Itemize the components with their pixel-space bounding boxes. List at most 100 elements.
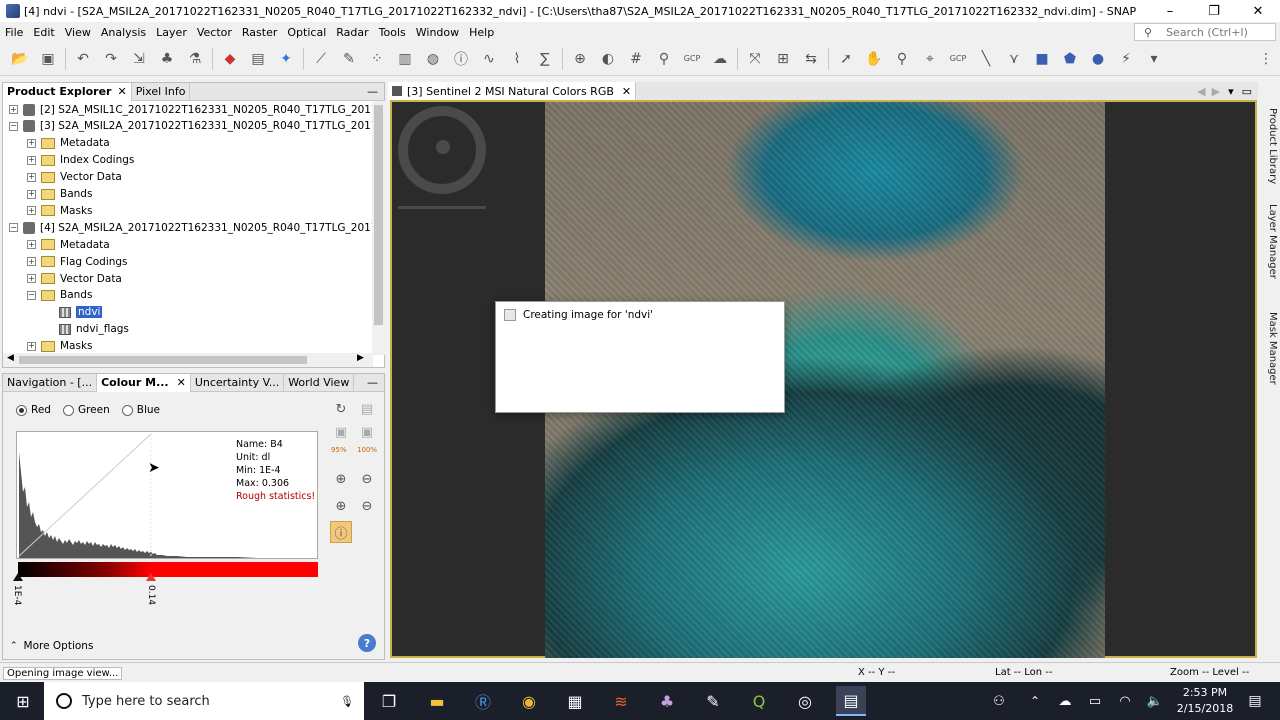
expand-icon[interactable]: + — [27, 257, 36, 267]
tab-product-explorer[interactable]: Product Explorer ✕ — [3, 82, 132, 101]
paint-icon[interactable]: ♣ — [652, 686, 682, 716]
expand-icon[interactable]: + — [27, 189, 36, 199]
polygon-tool-icon[interactable]: ⬟ — [1059, 48, 1081, 70]
spectrum-icon[interactable]: ⌇ — [506, 48, 528, 70]
subset-icon[interactable]: ✦ — [275, 48, 297, 70]
scroll-tabs-left-icon[interactable]: ◀ — [1197, 85, 1205, 98]
sum-icon[interactable]: ∑ — [534, 48, 556, 70]
band-maths-icon[interactable]: ◆ — [219, 48, 241, 70]
zoom-100-button[interactable]: 100% — [357, 446, 377, 454]
tab-uncertainty[interactable]: Uncertainty V... — [191, 373, 285, 392]
product-library-tab[interactable]: Product Library — [1262, 108, 1278, 184]
scroll-left-icon[interactable]: ◀ — [7, 353, 14, 363]
tree-item[interactable]: + Metadata — [3, 236, 110, 253]
tree-item[interactable]: + [2] S2A_MSIL1C_20171022T162331_N0205_R0… — [3, 101, 373, 118]
expand-icon[interactable]: + — [27, 155, 36, 165]
histogram-plot[interactable]: Name: B4 Unit: dl Min: 1E-4 Max: 0.306 R… — [16, 431, 318, 559]
zoom-in-vertical-icon[interactable]: ⊕ — [330, 468, 352, 490]
tree-item[interactable]: + Flag Codings — [3, 253, 128, 270]
chrome-icon[interactable]: ◉ — [514, 686, 544, 716]
task-view-icon[interactable]: ❐ — [374, 686, 404, 716]
menu-help[interactable]: Help — [464, 26, 499, 39]
rectangle-tool-icon[interactable]: ■ — [1031, 48, 1053, 70]
resample-icon[interactable]: ▤ — [247, 48, 269, 70]
expand-icon[interactable]: + — [27, 172, 36, 182]
collapse-icon[interactable]: − — [9, 121, 18, 131]
tree-item[interactable]: + Metadata — [3, 135, 110, 152]
export-palette-icon[interactable]: ▣ — [356, 421, 378, 443]
tab-sentinel-rgb[interactable]: [3] Sentinel 2 MSI Natural Colors RGB ✕ — [388, 82, 637, 100]
tree-item[interactable]: + Index Codings — [3, 152, 134, 169]
onedrive-icon[interactable]: ☁ — [1050, 686, 1080, 716]
radio-blue[interactable] — [121, 404, 133, 416]
zoom-in-horizontal-icon[interactable]: ⊕ — [330, 495, 352, 517]
max-slider-handle[interactable] — [146, 573, 156, 581]
mask-icon[interactable]: ◐ — [597, 48, 619, 70]
close-tab-icon[interactable]: ✕ — [622, 85, 631, 98]
pin-tool-icon[interactable]: ⌖ — [919, 48, 941, 70]
information-icon[interactable]: ⓘ — [450, 48, 472, 70]
import-icon[interactable]: ⇲ — [128, 48, 150, 70]
save-palette-icon[interactable]: ▣ — [330, 421, 352, 443]
menu-file[interactable]: File — [0, 26, 28, 39]
help-icon[interactable]: ? — [358, 634, 376, 652]
zoom-slider[interactable] — [398, 206, 486, 209]
menu-optical[interactable]: Optical — [282, 26, 331, 39]
pan-center-icon[interactable] — [436, 140, 450, 154]
taskbar-clock[interactable]: 2:53 PM 2/15/2018 — [1172, 685, 1238, 717]
tab-world-view[interactable]: World View — [284, 373, 355, 392]
menu-radar[interactable]: Radar — [331, 26, 373, 39]
maximize-panel-icon[interactable]: ▭ — [1242, 85, 1252, 98]
pin-icon[interactable]: ⚲ — [653, 48, 675, 70]
tree-item[interactable]: − [4] S2A_MSIL2A_20171022T162331_N0205_R0… — [3, 219, 373, 236]
calculator-icon[interactable]: ▦ — [560, 686, 590, 716]
graph-icon[interactable]: ⚗ — [184, 48, 206, 70]
profile-plot-icon[interactable]: ∿ — [478, 48, 500, 70]
search-input[interactable]: ⚲ Search (Ctrl+I) — [1134, 23, 1276, 41]
scroll-tabs-right-icon[interactable]: ▶ — [1212, 85, 1220, 98]
scatter-icon[interactable]: ⁘ — [366, 48, 388, 70]
polyline-tool-icon[interactable]: ⋎ — [1003, 48, 1025, 70]
information-toggle-icon[interactable]: ⓘ — [330, 521, 352, 543]
statistics-icon[interactable]: ◍ — [422, 48, 444, 70]
zoom-tool-icon[interactable]: ⚲ — [891, 48, 913, 70]
import-palette-icon[interactable]: ▤ — [356, 398, 378, 420]
zoom-out-horizontal-icon[interactable]: ⊖ — [356, 495, 378, 517]
r-app-icon[interactable]: Ⓡ — [468, 686, 498, 716]
line-tool-icon[interactable]: ╲ — [975, 48, 997, 70]
tree-item[interactable]: + Bands — [3, 186, 92, 203]
tab-colour-manipulation[interactable]: Colour M... ✕ — [97, 373, 191, 392]
world-map-icon[interactable]: ⊕ — [569, 48, 591, 70]
pan-tool-icon[interactable]: ✋ — [863, 48, 885, 70]
layer-manager-tab[interactable]: Layer Manager — [1262, 204, 1278, 279]
product-library-icon[interactable]: ♣ — [156, 48, 178, 70]
menu-layer[interactable]: Layer — [151, 26, 192, 39]
tab-pixel-info[interactable]: Pixel Info — [132, 82, 191, 101]
tree-item[interactable]: ndvi — [3, 304, 103, 321]
toolbar-overflow-icon[interactable]: ▾ — [1143, 48, 1165, 70]
close-tab-icon[interactable]: ✕ — [117, 85, 126, 98]
grid-icon[interactable]: # — [625, 48, 647, 70]
volume-icon[interactable]: 🔈 — [1140, 686, 1170, 716]
expand-icon[interactable]: + — [27, 240, 36, 250]
collapse-icon[interactable]: − — [9, 223, 18, 233]
tree-item[interactable]: + Vector Data — [3, 169, 122, 186]
gcp-tool-icon[interactable]: GCP — [947, 48, 969, 70]
tree-item[interactable]: + Masks — [3, 202, 93, 219]
save-product-icon[interactable]: ▣ — [37, 48, 59, 70]
more-options-toggle[interactable]: ⌃ More Options — [10, 640, 93, 652]
microphone-icon[interactable]: 🎙 — [340, 695, 354, 708]
matlab-icon[interactable]: ≋ — [606, 686, 636, 716]
tree-item[interactable]: − Bands — [3, 287, 92, 304]
wifi-icon[interactable]: ◠ — [1110, 686, 1140, 716]
expand-icon[interactable]: + — [9, 105, 18, 114]
colour-gradient-bar[interactable] — [18, 562, 318, 577]
scroll-right-icon[interactable]: ▶ — [357, 353, 364, 363]
min-slider-handle[interactable] — [13, 573, 23, 581]
expand-icon[interactable]: + — [27, 138, 36, 148]
menu-vector[interactable]: Vector — [192, 26, 237, 39]
menu-raster[interactable]: Raster — [237, 26, 282, 39]
tile-views-icon[interactable]: ⊞ — [772, 48, 794, 70]
menu-edit[interactable]: Edit — [28, 26, 59, 39]
ellipse-tool-icon[interactable]: ● — [1087, 48, 1109, 70]
